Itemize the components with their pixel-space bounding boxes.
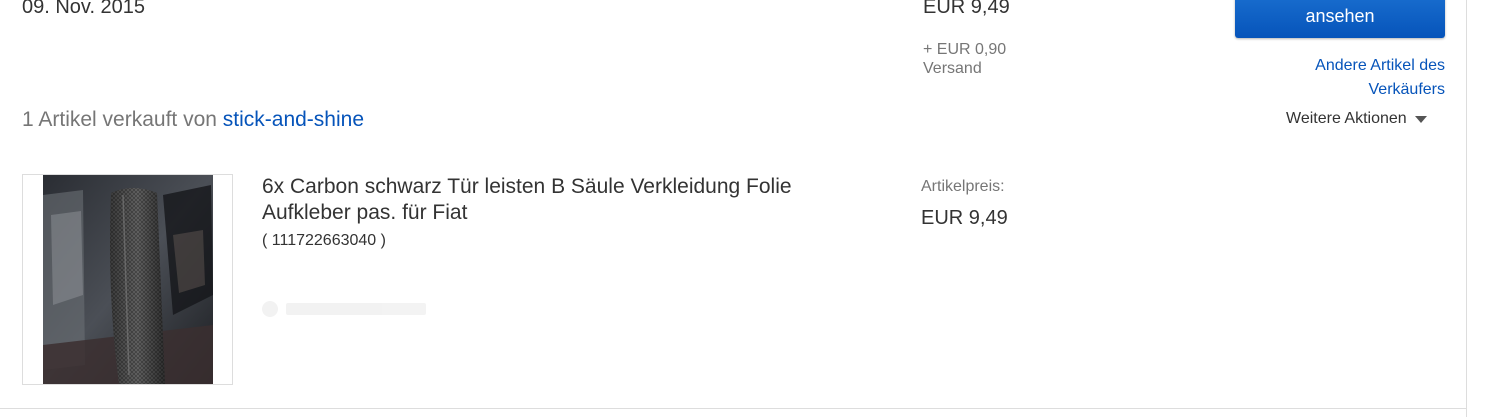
right-divider [1466,0,1467,417]
order-card: 09. Nov. 2015 EUR 9,49 + EUR 0,90 Versan… [0,0,1510,417]
order-total: EUR 9,49 [923,0,1010,18]
item-price-label: Artikelpreis: [921,178,1005,195]
more-actions-dropdown[interactable]: Weitere Aktionen [1286,110,1427,128]
item-price: EUR 9,49 [921,207,1008,229]
item-thumbnail[interactable] [22,174,233,385]
shipping-label: Versand [923,60,982,77]
item-number: ( 111722663040 ) [262,232,386,249]
item-title-link[interactable]: 6x Carbon schwarz Tür leisten B Säule Ve… [262,174,862,226]
shipping-cost: + EUR 0,90 Versand [923,40,1006,78]
bottom-divider [0,408,1466,409]
faded-icon [262,301,278,317]
seller-other-items-link[interactable]: Andere Artikel des Verkäufers [1250,54,1445,102]
seller-line: 1 Artikel verkauft von stick-and-shine [22,108,364,132]
faded-feedback-row [262,298,432,320]
view-order-button[interactable]: ansehen [1235,0,1445,38]
seller-name-link[interactable]: stick-and-shine [223,108,364,131]
seller-prefix: 1 Artikel verkauft von [22,108,217,131]
order-date: 09. Nov. 2015 [22,0,146,18]
shipping-amount: + EUR 0,90 [923,41,1007,58]
chevron-down-icon [1414,115,1427,123]
more-actions-label: Weitere Aktionen [1286,110,1407,127]
faded-text-placeholder [286,303,426,315]
product-photo [43,175,213,384]
